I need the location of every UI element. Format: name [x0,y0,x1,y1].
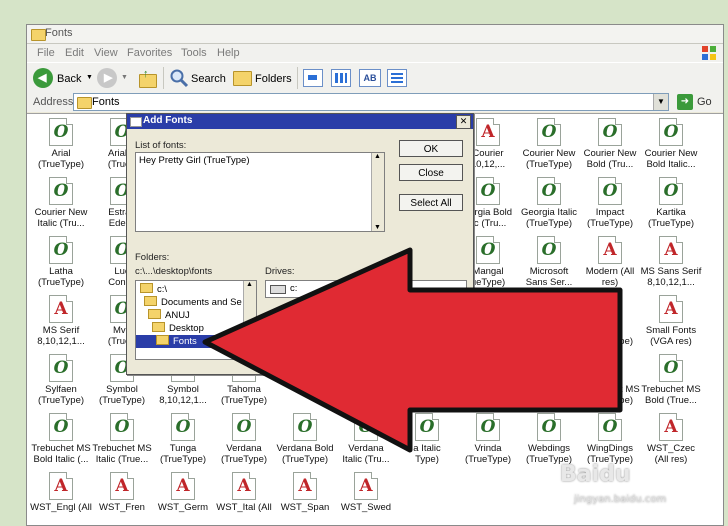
red-arrow-annotation [202,247,623,453]
baidu-watermark: Baidu [560,462,631,487]
baidu-watermark-url: jingyan.baidu.com [574,494,667,505]
